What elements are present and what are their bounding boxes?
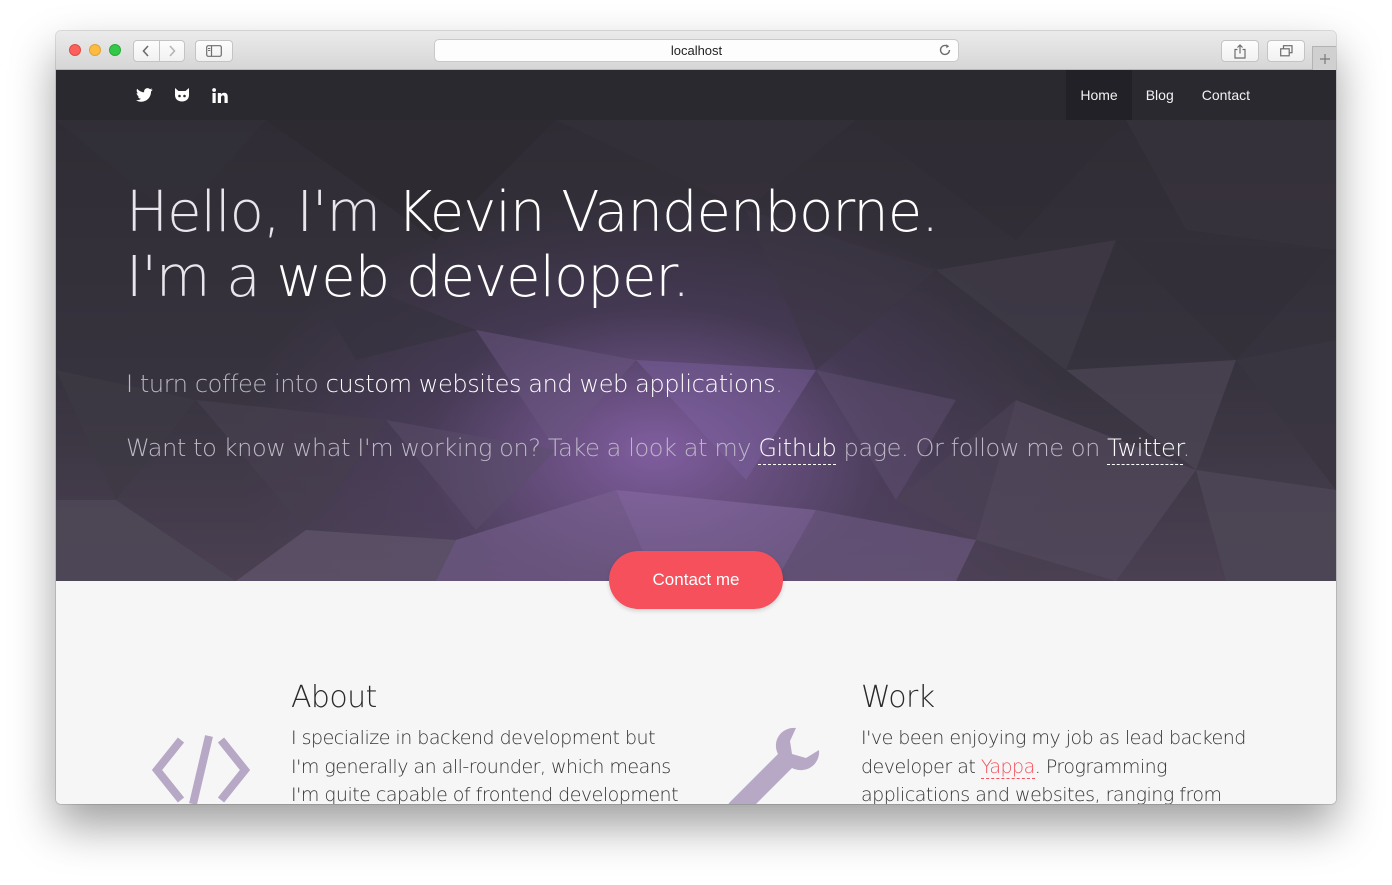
nav-blog[interactable]: Blog — [1132, 70, 1188, 120]
sidebar-icon — [206, 45, 222, 57]
work-text-line: developer at Yappa. Programming — [861, 753, 1246, 782]
hero-heading: Hello, I'm Kevin Vandenborne. I'm a web … — [126, 180, 939, 310]
site-navbar: Home Blog Contact — [56, 70, 1336, 120]
work-text-line: I've been enjoying my job as lead backen… — [861, 727, 1246, 749]
tagline-text: . — [775, 370, 783, 398]
twitter-link[interactable]: Twitter — [1107, 434, 1183, 465]
hero-follow-text: Want to know what I'm working on? Take a… — [126, 434, 1191, 465]
social-linkedin[interactable] — [212, 70, 228, 120]
work-text: I've been enjoying my job as lead backen… — [861, 724, 1246, 804]
browser-window: localhost Home Blog Contact Hello, I'm K… — [56, 31, 1336, 804]
share-button[interactable] — [1221, 40, 1259, 62]
nav-contact[interactable]: Contact — [1188, 70, 1264, 120]
follow-text: . — [1182, 434, 1191, 462]
linkedin-icon — [212, 87, 228, 103]
history-nav — [133, 40, 185, 62]
zoom-window-button[interactable] — [109, 44, 121, 56]
tagline-highlight: custom websites and web applications — [325, 370, 776, 398]
address-bar[interactable]: localhost — [434, 39, 959, 62]
twitter-icon — [136, 88, 153, 102]
about-text-line: I specialize in backend development but — [291, 727, 656, 749]
new-tab-button[interactable] — [1312, 46, 1336, 70]
about-title: About — [291, 680, 377, 715]
work-text-part: developer at — [861, 755, 981, 778]
main-menu: Home Blog Contact — [1066, 70, 1264, 120]
share-icon — [1234, 43, 1246, 59]
hero-heading-text: Hello, I'm — [126, 180, 397, 245]
forward-button[interactable] — [158, 41, 185, 61]
follow-text: Want to know what I'm working on? Take a… — [126, 434, 759, 462]
work-title: Work — [861, 680, 935, 715]
browser-toolbar: localhost — [56, 31, 1336, 70]
github-link[interactable]: Github — [758, 434, 837, 465]
hero-heading-line1: Hello, I'm Kevin Vandenborne. — [126, 180, 939, 245]
hero-heading-text: . — [672, 245, 690, 310]
social-twitter[interactable] — [136, 70, 153, 120]
about-text: I specialize in backend development but … — [291, 724, 679, 804]
github-icon — [175, 88, 189, 102]
work-text-part: . Programming — [1034, 755, 1168, 778]
sidebar-button[interactable] — [195, 40, 233, 62]
low-poly-background — [56, 120, 1336, 581]
contact-me-button[interactable]: Contact me — [609, 551, 783, 609]
hero-tagline: I turn coffee into custom websites and w… — [126, 370, 783, 398]
tabs-overview-button[interactable] — [1267, 40, 1305, 62]
work-text-line: applications and websites, ranging from — [861, 784, 1222, 804]
about-text-line: I'm quite capable of frontend developmen… — [291, 784, 679, 804]
tabs-icon — [1279, 45, 1293, 57]
yappa-link[interactable]: Yappa — [980, 755, 1035, 779]
follow-text: page. Or follow me on — [836, 434, 1108, 462]
about-text-line: I'm generally an all-rounder, which mean… — [291, 755, 671, 778]
nav-home[interactable]: Home — [1066, 70, 1132, 120]
reload-icon[interactable] — [938, 43, 952, 57]
web-page: Home Blog Contact Hello, I'm Kevin Vande… — [56, 70, 1336, 804]
back-button[interactable] — [134, 41, 159, 61]
wrench-icon — [728, 727, 820, 804]
hero-section: Home Blog Contact Hello, I'm Kevin Vande… — [56, 70, 1336, 581]
minimize-window-button[interactable] — [89, 44, 101, 56]
chevron-left-icon — [142, 45, 149, 57]
hero-heading-line2: I'm a web developer. — [126, 245, 938, 310]
address-text: localhost — [670, 43, 723, 58]
hero-name: Kevin Vandenborne — [396, 180, 922, 245]
close-window-button[interactable] — [69, 44, 81, 56]
hero-heading-text: I'm a — [126, 245, 277, 310]
code-icon — [151, 735, 251, 804]
plus-icon — [1319, 53, 1330, 64]
hero-heading-text: . — [921, 180, 939, 245]
social-github[interactable] — [173, 70, 191, 120]
tagline-text: I turn coffee into — [126, 370, 326, 398]
hero-role: web developer — [276, 245, 673, 310]
chevron-right-icon — [169, 45, 176, 57]
